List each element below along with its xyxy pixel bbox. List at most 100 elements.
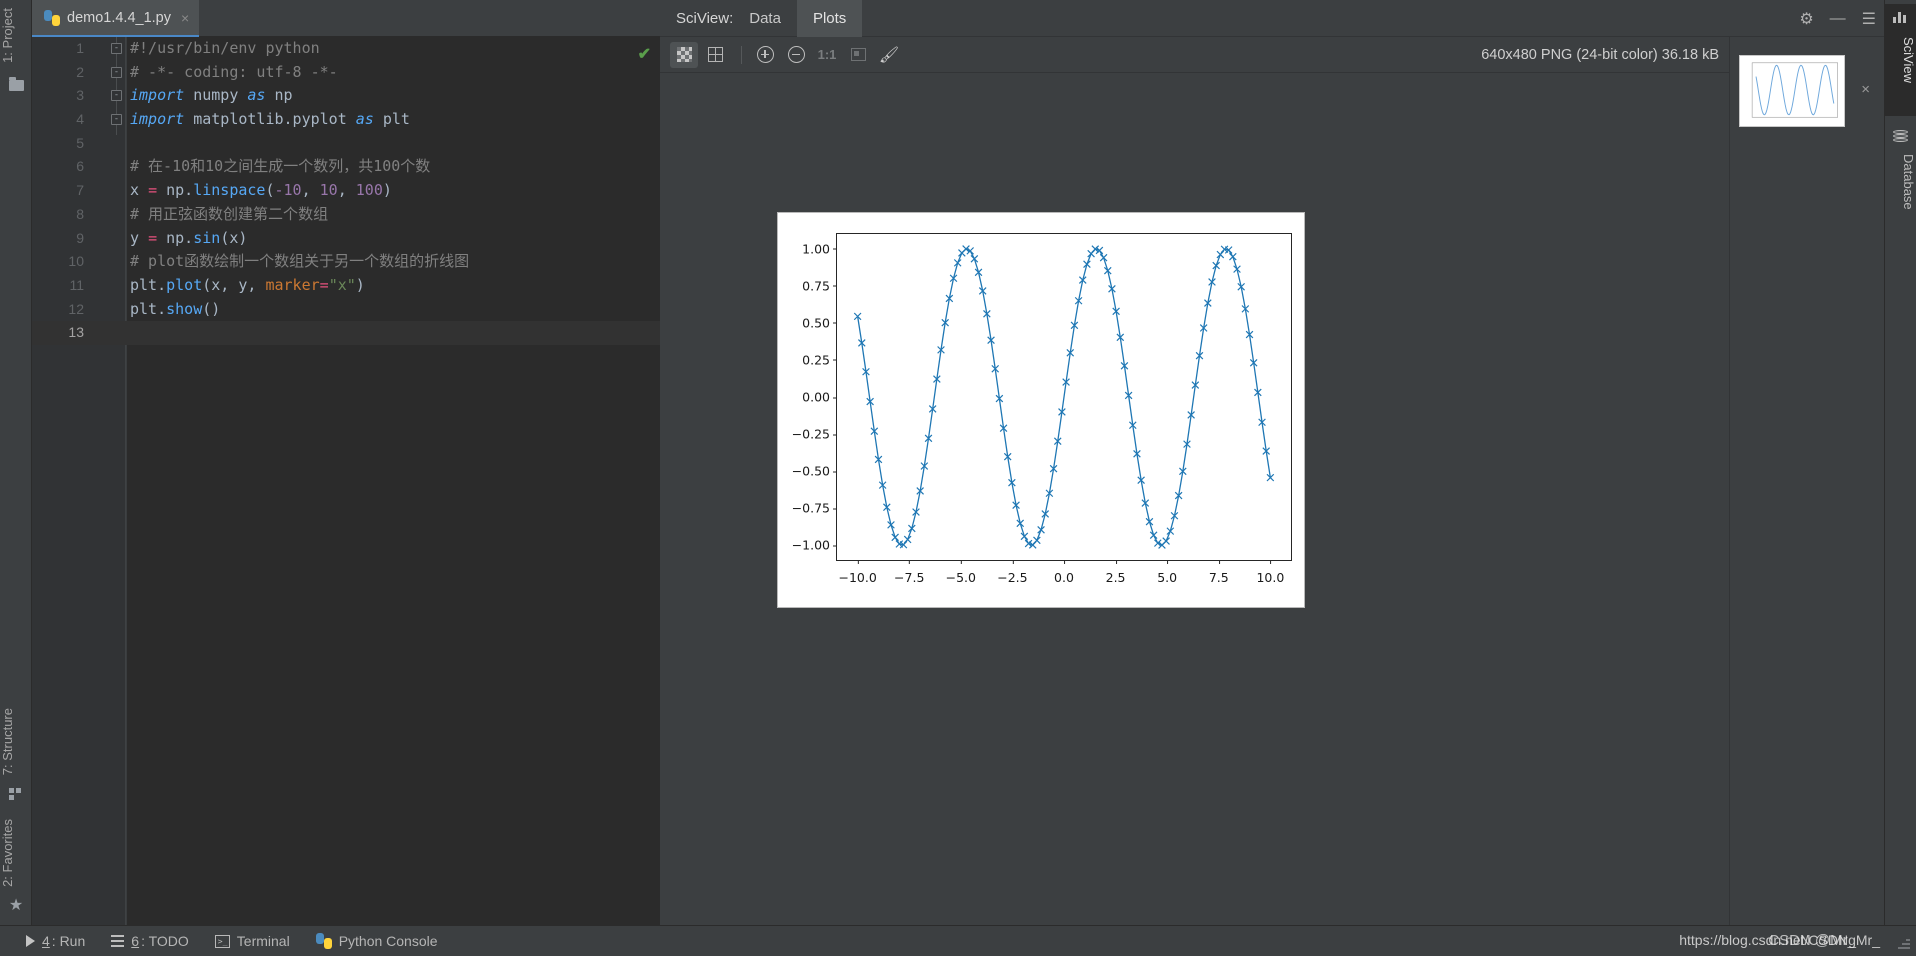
sidebar-item-project[interactable]: 1: Project (0, 8, 32, 63)
code-line[interactable]: 1 - #!/usr/bin/env python (32, 37, 660, 61)
code-text: plt.show() (130, 299, 221, 318)
x-axis-tick-label: −5.0 (946, 560, 976, 585)
x-axis-tick-label: −2.5 (997, 560, 1028, 585)
status-item-run[interactable]: 4 : Run (26, 933, 85, 949)
sciview-header: SciView: Data Plots ⚙ — ☰ (660, 0, 1884, 37)
status-item-todo[interactable]: 6 : TODO (111, 933, 189, 949)
plot-viewport[interactable]: 1.00 0.75 0.50 0.25 0.00 −0.25 −0.50 −0.75 −1.00… (660, 73, 1729, 925)
watermark-overlay: CSDN @Mr_ (1768, 932, 1856, 949)
code-text: # -*- coding: utf-8 -*- (130, 62, 338, 81)
zoom-out-button[interactable] (782, 42, 810, 68)
folder-icon (7, 76, 25, 94)
sine-curve (853, 245, 1275, 549)
x-axis-tick-label: −7.5 (894, 560, 924, 585)
code-line[interactable]: 3 - import numpy as np (32, 84, 660, 108)
y-axis-tick-label: −0.50 (792, 464, 838, 479)
code-text: plt.plot(x, y, marker="x") (130, 275, 365, 294)
line-number: 9 (76, 229, 84, 246)
image-info-label: 640x480 PNG (24-bit color) 36.18 kB (1481, 47, 1719, 63)
editor-tab-demo-file[interactable]: demo1.4.4_1.py × (32, 0, 200, 37)
structure-icon (7, 785, 25, 803)
code-text: # plot函数绘制一个数组关于另一个数组的折线图 (130, 252, 470, 271)
status-run-label: : Run (51, 933, 86, 949)
left-tool-strip: 1: Project 7: Structure 2: Favorites ★ (0, 0, 32, 925)
code-line[interactable]: 8 # 用正弦函数创建第二个数组 (32, 203, 660, 227)
settings-gear-icon[interactable]: ⚙ (1799, 9, 1813, 29)
line-number: 3 (76, 87, 84, 104)
right-tool-strip: SciView Database (1884, 0, 1916, 925)
status-run-num: 4 (42, 933, 50, 949)
y-axis-tick-label: −1.00 (792, 538, 838, 553)
y-axis-tick-label: 1.00 (802, 241, 837, 256)
tab-plots[interactable]: Plots (796, 0, 863, 37)
y-axis-tick-label: −0.25 (792, 427, 838, 442)
y-axis-tick-label: 0.00 (802, 390, 837, 405)
close-icon[interactable]: × (1861, 81, 1870, 98)
status-terminal-label: Terminal (236, 933, 290, 949)
sidebar-item-structure[interactable]: 7: Structure (0, 708, 32, 775)
fold-toggle-icon[interactable]: - (111, 114, 122, 126)
code-text: y = np.sin(x) (130, 228, 248, 247)
code-line[interactable]: 6 # 在-10和10之间生成一个数列，共100个数 (32, 155, 660, 179)
actual-size-label: 1:1 (817, 47, 837, 62)
tab-data[interactable]: Data (733, 0, 797, 37)
line-number: 7 (76, 182, 84, 199)
fold-toggle-icon[interactable]: - (111, 66, 122, 78)
sciview-header-actions: ⚙ — ☰ (1799, 0, 1876, 37)
fit-to-window-button[interactable] (844, 42, 872, 68)
code-editor[interactable]: ✔ 1- #!/usr/bin/env python 2- # -*- coding:… (32, 37, 660, 925)
line-number: 5 (76, 134, 84, 151)
code-text: # 在-10和10之间生成一个数列，共100个数 (130, 157, 431, 176)
sidebar-item-favorites[interactable]: 2: Favorites (0, 819, 32, 887)
run-triangle-icon (26, 935, 35, 947)
y-axis-tick-label: 0.25 (802, 352, 837, 367)
plot-thumbnail[interactable] (1739, 55, 1845, 127)
code-line[interactable]: 9 y = np.sin(x) (32, 227, 660, 251)
code-line[interactable]: 2 - # -*- coding: utf-8 -*- (32, 61, 660, 85)
code-text: import numpy as np (130, 86, 293, 105)
zoom-in-button[interactable] (751, 42, 779, 68)
actual-size-button[interactable]: 1:1 (813, 42, 841, 68)
code-line[interactable]: 11 plt.plot(x, y, marker="x") (32, 274, 660, 298)
status-python-console-label: Python Console (338, 933, 438, 949)
editor-pane: demo1.4.4_1.py × ✔ 1- #!/usr/bin/env pyth… (32, 0, 660, 925)
star-icon: ★ (8, 897, 24, 914)
status-item-python-console[interactable]: Python Console (315, 933, 438, 949)
code-text: import matplotlib.pyplot as plt (130, 110, 410, 129)
y-axis-tick-label: 0.50 (802, 315, 837, 330)
code-line[interactable]: 13 (32, 321, 660, 345)
color-picker-button[interactable]: 🖌 (875, 42, 903, 68)
line-number: 8 (76, 205, 84, 222)
code-line[interactable]: 7 x = np.linspace(-10, 10, 100) (32, 179, 660, 203)
fold-toggle-icon[interactable]: - (111, 90, 122, 102)
code-line[interactable]: 12 plt.show() (32, 298, 660, 322)
code-text: #!/usr/bin/env python (130, 39, 320, 57)
line-number: 2 (76, 63, 84, 80)
line-number: 6 (76, 158, 84, 175)
code-line[interactable]: 4 - import matplotlib.pyplot as plt (32, 108, 660, 132)
matplotlib-figure[interactable]: 1.00 0.75 0.50 0.25 0.00 −0.25 −0.50 −0.75 −1.00… (777, 212, 1305, 608)
plot-thumbnail-strip: × (1729, 37, 1884, 925)
line-number: 11 (69, 276, 84, 293)
line-number: 4 (76, 111, 84, 128)
close-icon[interactable]: × (181, 10, 189, 26)
terminal-icon: >_ (214, 934, 230, 948)
fold-toggle-icon[interactable]: - (111, 43, 122, 54)
grid-toggle-button[interactable] (701, 42, 729, 68)
status-todo-num: 6 (131, 933, 140, 949)
line-number: 1 (76, 40, 84, 56)
code-line[interactable]: 10 # plot函数绘制一个数组关于另一个数组的折线图 (32, 250, 660, 274)
sciview-toolbar: 1:1 🖌 640x480 PNG (24-bit color) 36.18 k… (660, 37, 1884, 73)
status-item-terminal[interactable]: >_ Terminal (214, 933, 290, 949)
transparency-checker-button[interactable] (670, 41, 698, 68)
y-axis-tick-label: −0.75 (792, 501, 838, 516)
code-line[interactable]: 5 (32, 132, 660, 156)
hide-panel-icon[interactable]: ☰ (1862, 9, 1876, 29)
editor-tab-bar: demo1.4.4_1.py × (32, 0, 660, 37)
minimize-icon[interactable]: — (1830, 10, 1846, 28)
code-text: # 用正弦函数创建第二个数组 (130, 204, 329, 223)
x-axis-tick-label: 2.5 (1106, 560, 1126, 585)
plot-axes: 1.00 0.75 0.50 0.25 0.00 −0.25 −0.50 −0.75 −1.00… (792, 233, 1292, 585)
todo-list-icon (111, 935, 125, 947)
resize-grip[interactable] (1896, 936, 1910, 950)
